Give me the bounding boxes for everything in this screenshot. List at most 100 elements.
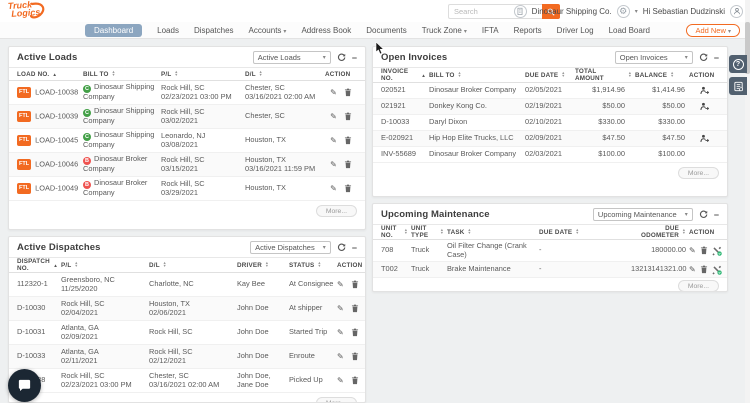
- active-dispatches-col-status[interactable]: STATUS▲▼: [289, 262, 337, 269]
- delete-icon[interactable]: [700, 265, 708, 274]
- help-button[interactable]: ?: [729, 55, 747, 73]
- delete-icon[interactable]: [351, 328, 359, 337]
- delete-icon[interactable]: [344, 184, 352, 193]
- edit-icon[interactable]: ✎: [330, 137, 337, 145]
- table-row[interactable]: FTLLOAD-10045CDinosaur Shipping CompanyL…: [9, 129, 365, 153]
- collapse-icon[interactable]: −: [714, 210, 719, 220]
- collapse-icon[interactable]: −: [352, 53, 357, 63]
- active-loads-col-load-no[interactable]: LOAD NO.▲: [17, 71, 83, 78]
- table-row[interactable]: D-10033Daryl Dixon02/10/2021$330.00$330.…: [373, 115, 727, 131]
- open-invoices-col-due-date[interactable]: DUE DATE▲▼: [525, 72, 575, 79]
- nav-item-driver-log[interactable]: Driver Log: [557, 26, 594, 35]
- nav-item-documents[interactable]: Documents: [366, 26, 406, 35]
- upcoming-maintenance-filter-select[interactable]: Upcoming Maintenance▾: [593, 208, 693, 221]
- nav-item-ifta[interactable]: IFTA: [482, 26, 499, 35]
- maintenance-complete-icon[interactable]: [712, 246, 722, 256]
- nav-item-address-book[interactable]: Address Book: [301, 26, 351, 35]
- upcoming-maintenance-col-unit-type[interactable]: UNIT TYPE▲▼: [411, 225, 447, 239]
- active-dispatches-filter-select[interactable]: Active Dispatches▾: [250, 241, 331, 254]
- upcoming-maintenance-col-unit-no[interactable]: UNIT NO.▲▼: [381, 225, 411, 239]
- refresh-icon[interactable]: [337, 243, 346, 252]
- add-new-button[interactable]: Add New ▾: [686, 24, 740, 37]
- edit-icon[interactable]: ✎: [337, 353, 344, 361]
- collapse-icon[interactable]: −: [352, 243, 357, 253]
- table-row[interactable]: FTLLOAD-10049BDinosaur Broker CompanyRoc…: [9, 177, 365, 201]
- nav-item-dashboard[interactable]: Dashboard: [85, 24, 142, 37]
- table-row[interactable]: T002TruckBrake Maintenance-13213141321.0…: [373, 262, 727, 278]
- edit-icon[interactable]: ✎: [330, 113, 337, 121]
- delete-icon[interactable]: [700, 246, 708, 255]
- open-invoices-more-button[interactable]: More...: [678, 167, 719, 179]
- table-row[interactable]: FTLLOAD-10046BDinosaur Broker CompanyRoc…: [9, 153, 365, 177]
- table-row[interactable]: FTLLOAD-10038CDinosaur Shipping CompanyR…: [9, 81, 365, 105]
- upcoming-maintenance-col-due-odometer[interactable]: DUE ODOMETER▲▼: [631, 225, 689, 239]
- delete-icon[interactable]: [351, 304, 359, 313]
- edit-icon[interactable]: ✎: [689, 247, 696, 255]
- notes-button[interactable]: [729, 77, 747, 95]
- table-row[interactable]: INV-55689Dinosaur Broker Company02/03/20…: [373, 147, 727, 163]
- table-row[interactable]: E-020921Hip Hop Elite Trucks, LLC02/09/2…: [373, 131, 727, 147]
- person-icon[interactable]: [730, 5, 743, 18]
- delete-icon[interactable]: [344, 136, 352, 145]
- delete-icon[interactable]: [344, 112, 352, 121]
- upcoming-maintenance-col-task[interactable]: TASK▲▼: [447, 229, 539, 236]
- record-payment-icon[interactable]: [700, 102, 709, 111]
- active-loads-filter-select[interactable]: Active Loads▾: [253, 51, 331, 64]
- open-invoices-filter-select[interactable]: Open Invoices▾: [615, 51, 693, 64]
- chevron-down-icon[interactable]: ▾: [635, 8, 638, 15]
- active-loads-col-d-l[interactable]: D/L▲▼: [245, 71, 325, 78]
- table-row[interactable]: D-10031Atlanta, GA02/09/2021Rock Hill, S…: [9, 321, 365, 345]
- refresh-icon[interactable]: [699, 53, 708, 62]
- nav-item-load-board[interactable]: Load Board: [609, 26, 650, 35]
- active-dispatches-col-p-l[interactable]: P/L▲▼: [61, 262, 149, 269]
- table-row[interactable]: 708TruckOil Filter Change (Crank Case)-1…: [373, 240, 727, 262]
- edit-icon[interactable]: ✎: [330, 161, 337, 169]
- edit-icon[interactable]: ✎: [689, 266, 696, 274]
- delete-icon[interactable]: [344, 160, 352, 169]
- active-dispatches-col-driver[interactable]: DRIVER▲▼: [237, 262, 289, 269]
- table-row[interactable]: D-10038Rock Hill, SC02/23/2021 03:00 PMC…: [9, 369, 365, 393]
- delete-icon[interactable]: [344, 88, 352, 97]
- active-loads-more-button[interactable]: More...: [316, 205, 357, 217]
- open-invoices-col-balance[interactable]: BALANCE▲▼: [635, 72, 689, 79]
- active-dispatches-more-button[interactable]: More...: [316, 397, 357, 403]
- active-loads-col-bill-to[interactable]: BILL TO▲▼: [83, 71, 161, 78]
- nav-item-accounts[interactable]: Accounts▾: [249, 26, 287, 35]
- nav-item-dispatches[interactable]: Dispatches: [194, 26, 234, 35]
- edit-icon[interactable]: ✎: [330, 89, 337, 97]
- chat-launcher-button[interactable]: [8, 369, 41, 402]
- edit-icon[interactable]: ✎: [330, 185, 337, 193]
- table-row[interactable]: 112320-1Greensboro, NC11/25/2020Charlott…: [9, 273, 365, 297]
- table-row[interactable]: D-10030Rock Hill, SC02/04/2021Houston, T…: [9, 297, 365, 321]
- company-name[interactable]: Dinosaur Shipping Co.: [532, 7, 612, 16]
- delete-icon[interactable]: [351, 280, 359, 289]
- open-invoices-col-bill-to[interactable]: BILL TO▲▼: [429, 72, 525, 79]
- collapse-icon[interactable]: −: [714, 53, 719, 63]
- nav-item-truck-zone[interactable]: Truck Zone▾: [422, 26, 467, 35]
- refresh-icon[interactable]: [699, 210, 708, 219]
- nav-item-reports[interactable]: Reports: [514, 26, 542, 35]
- record-payment-icon[interactable]: [700, 134, 709, 143]
- upcoming-maintenance-more-button[interactable]: More...: [678, 280, 719, 292]
- active-dispatches-col-dispatch-no[interactable]: DISPATCH NO.▲: [17, 258, 61, 272]
- table-row[interactable]: D-10033Atlanta, GA02/11/2021Rock Hill, S…: [9, 345, 365, 369]
- maintenance-complete-icon[interactable]: [712, 265, 722, 275]
- delete-icon[interactable]: [351, 376, 359, 385]
- refresh-icon[interactable]: [337, 53, 346, 62]
- nav-item-loads[interactable]: Loads: [157, 26, 179, 35]
- table-row[interactable]: 021921Donkey Kong Co.02/19/2021$50.00$50…: [373, 99, 727, 115]
- delete-icon[interactable]: [351, 352, 359, 361]
- active-dispatches-col-d-l[interactable]: D/L▲▼: [149, 262, 237, 269]
- edit-icon[interactable]: ✎: [337, 281, 344, 289]
- active-loads-col-p-l[interactable]: P/L▲▼: [161, 71, 245, 78]
- user-greeting[interactable]: Hi Sebastian Dudzinski: [643, 7, 725, 16]
- record-payment-icon[interactable]: [700, 86, 709, 95]
- open-invoices-col-total-amount[interactable]: TOTAL AMOUNT▲▼: [575, 68, 635, 82]
- upcoming-maintenance-col-due-date[interactable]: DUE DATE▲▼: [539, 229, 631, 236]
- open-invoices-col-invoice-no[interactable]: INVOICE NO.▲: [381, 68, 429, 82]
- table-row[interactable]: 020521Dinosaur Broker Company02/05/2021$…: [373, 83, 727, 99]
- table-row[interactable]: FTLLOAD-10039CDinosaur Shipping CompanyR…: [9, 105, 365, 129]
- gear-icon[interactable]: ⚙: [617, 5, 630, 18]
- edit-icon[interactable]: ✎: [337, 305, 344, 313]
- edit-icon[interactable]: ✎: [337, 377, 344, 385]
